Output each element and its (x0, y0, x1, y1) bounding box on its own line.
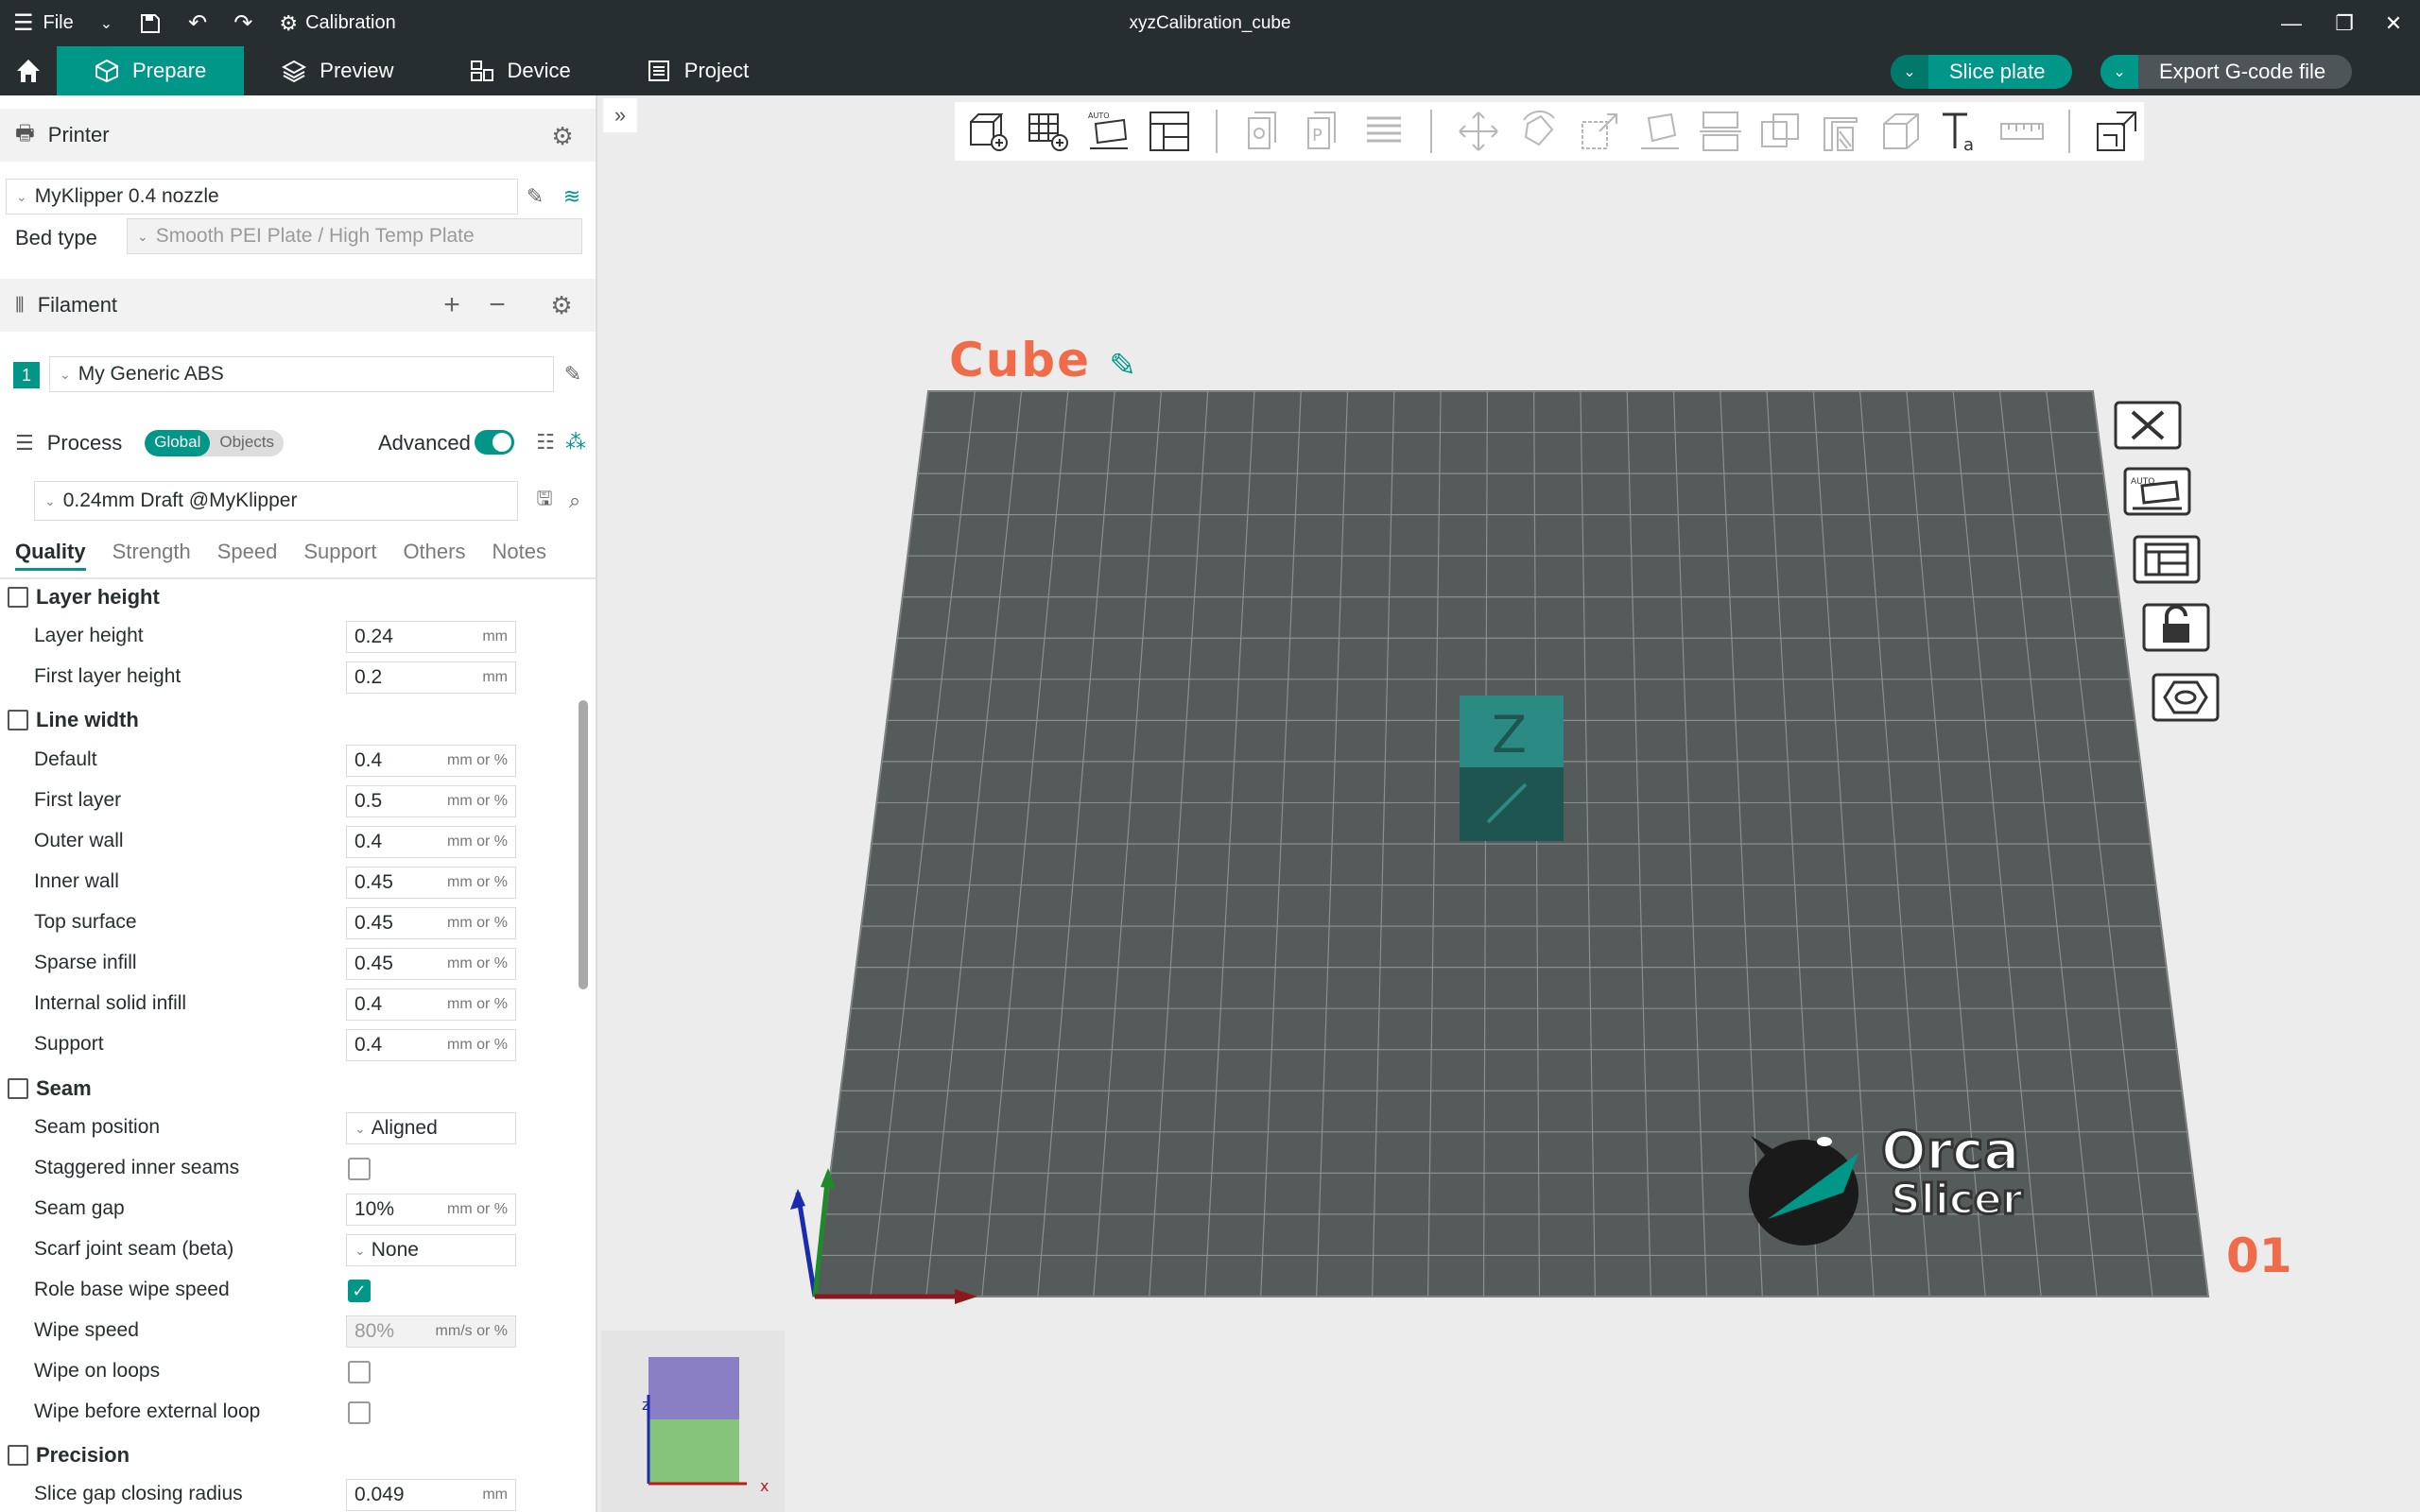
plate-name-label[interactable]: Cube ✎ (949, 333, 1138, 387)
auto-orient-plate-button[interactable]: AUTO (2121, 463, 2193, 520)
auto-orient-icon: AUTO (2123, 467, 2191, 516)
rename-plate-pencil-icon[interactable]: ✎ (1109, 347, 1138, 385)
mini-x-label: x (760, 1477, 769, 1495)
cube-letter: Z (1492, 705, 1527, 765)
mini-view-xz-top (648, 1357, 739, 1419)
plate-number: 01 (2226, 1228, 2292, 1283)
mini-view-xz-bottom (648, 1419, 739, 1484)
lock-icon (2142, 603, 2210, 652)
logo-text-orca: Orca (1879, 1120, 2020, 1184)
logo-text-slicer: Slicer (1889, 1175, 2023, 1226)
arrange-icon (2133, 535, 2201, 584)
lock-plate-button[interactable] (2140, 599, 2212, 656)
build-plate[interactable]: Z z x (0, 0, 2420, 1512)
mini-z-label: z (642, 1396, 649, 1414)
arrange-plate-button[interactable] (2131, 531, 2203, 588)
z-axis (795, 1192, 818, 1297)
close-icon (2114, 401, 2182, 450)
delete-plate-button[interactable] (2112, 397, 2184, 454)
hex-settings-icon (2152, 673, 2220, 722)
plate-name-text: Cube (949, 333, 1091, 387)
plate-settings-button[interactable] (2150, 669, 2221, 726)
cube-front-face[interactable] (1460, 767, 1564, 841)
